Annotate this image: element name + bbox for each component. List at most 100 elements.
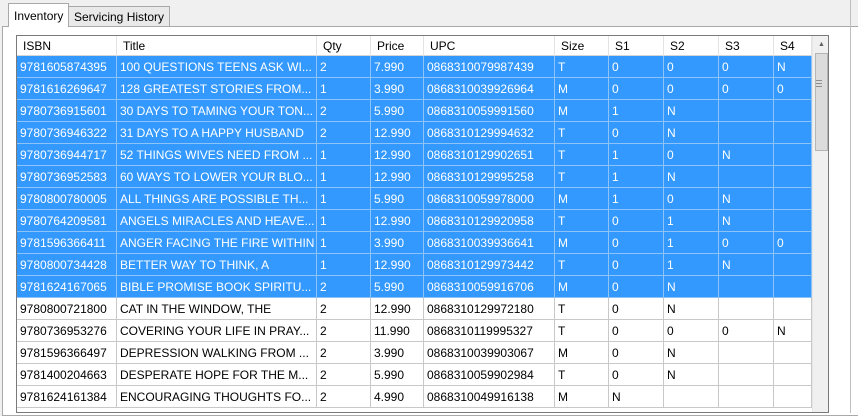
cell-s4[interactable] [774, 122, 812, 144]
cell-title[interactable]: ANGELS MIRACLES AND HEAVE... [117, 210, 317, 232]
cell-title[interactable]: 30 DAYS TO TAMING YOUR TON... [117, 100, 317, 122]
cell-price[interactable]: 12.990 [371, 298, 424, 320]
cell-s3[interactable]: N [719, 254, 774, 276]
cell-size[interactable]: T [555, 298, 609, 320]
column-header-qty[interactable]: Qty [317, 36, 371, 56]
cell-size[interactable]: T [555, 166, 609, 188]
cell-s1[interactable]: 0 [609, 232, 664, 254]
table-row[interactable]: 9781596366411 ANGER FACING THE FIRE WITHI… [17, 232, 812, 254]
cell-upc[interactable]: 0868310079987439 [424, 56, 555, 78]
cell-title[interactable]: ENCOURAGING THOUGHTS FO... [117, 386, 317, 408]
cell-s1[interactable]: N [609, 386, 664, 408]
cell-s4[interactable]: N [774, 320, 812, 342]
cell-s3[interactable] [719, 276, 774, 298]
inventory-grid[interactable]: ISBN Title Qty Price UPC Size S1 S2 S3 S… [16, 35, 829, 413]
cell-qty[interactable]: 1 [317, 254, 371, 276]
cell-s3[interactable] [719, 364, 774, 386]
cell-size[interactable]: M [555, 188, 609, 210]
cell-s3[interactable] [719, 100, 774, 122]
cell-price[interactable]: 11.990 [371, 320, 424, 342]
cell-s2[interactable]: 0 [664, 78, 719, 100]
tab-servicing-history[interactable]: Servicing History [68, 6, 171, 26]
cell-s3[interactable] [719, 342, 774, 364]
cell-s3[interactable] [719, 122, 774, 144]
column-header-size[interactable]: Size [555, 36, 609, 56]
cell-upc[interactable]: 0868310059916706 [424, 276, 555, 298]
cell-s4[interactable] [774, 386, 812, 408]
cell-qty[interactable]: 1 [317, 144, 371, 166]
cell-qty[interactable]: 2 [317, 56, 371, 78]
cell-s1[interactable]: 1 [609, 188, 664, 210]
cell-s1[interactable]: 0 [609, 254, 664, 276]
cell-s3[interactable] [719, 166, 774, 188]
cell-s4[interactable]: 0 [774, 78, 812, 100]
cell-title[interactable]: BETTER WAY TO THINK, A [117, 254, 317, 276]
cell-s1[interactable]: 1 [609, 100, 664, 122]
table-row[interactable]: 9781596366497 DEPRESSION WALKING FROM ...… [17, 342, 812, 364]
cell-isbn[interactable]: 9780736953276 [17, 320, 117, 342]
cell-title[interactable]: 100 QUESTIONS TEENS ASK WI... [117, 56, 317, 78]
cell-s4[interactable] [774, 166, 812, 188]
cell-s1[interactable]: 0 [609, 320, 664, 342]
cell-isbn[interactable]: 9781605874395 [17, 56, 117, 78]
cell-upc[interactable]: 0868310049916138 [424, 386, 555, 408]
cell-size[interactable]: M [555, 342, 609, 364]
cell-isbn[interactable]: 9781624167065 [17, 276, 117, 298]
scroll-up-arrow-icon[interactable]: ▲ [813, 36, 828, 53]
vertical-scrollbar[interactable]: ▲ [812, 36, 828, 412]
cell-qty[interactable]: 2 [317, 276, 371, 298]
column-header-s1[interactable]: S1 [609, 36, 664, 56]
cell-price[interactable]: 5.990 [371, 364, 424, 386]
cell-qty[interactable]: 2 [317, 320, 371, 342]
cell-size[interactable]: T [555, 122, 609, 144]
cell-s4[interactable] [774, 144, 812, 166]
column-header-s2[interactable]: S2 [664, 36, 719, 56]
cell-s1[interactable]: 1 [609, 144, 664, 166]
cell-s2[interactable]: 1 [664, 232, 719, 254]
cell-s3[interactable]: 0 [719, 78, 774, 100]
cell-upc[interactable]: 0868310039936641 [424, 232, 555, 254]
cell-upc[interactable]: 0868310059902984 [424, 364, 555, 386]
cell-s3[interactable]: N [719, 188, 774, 210]
cell-isbn[interactable]: 9781616269647 [17, 78, 117, 100]
cell-s4[interactable] [774, 364, 812, 386]
cell-upc[interactable]: 0868310129995258 [424, 166, 555, 188]
cell-isbn[interactable]: 9780800734428 [17, 254, 117, 276]
cell-size[interactable]: T [555, 320, 609, 342]
cell-s3[interactable]: 0 [719, 56, 774, 78]
cell-s4[interactable] [774, 276, 812, 298]
cell-s2[interactable]: 1 [664, 254, 719, 276]
cell-title[interactable]: COVERING YOUR LIFE IN PRAY... [117, 320, 317, 342]
cell-s3[interactable]: 0 [719, 232, 774, 254]
cell-title[interactable]: ALL THINGS ARE POSSIBLE TH... [117, 188, 317, 210]
cell-size[interactable]: M [555, 232, 609, 254]
column-header-isbn[interactable]: ISBN [17, 36, 117, 56]
cell-s2[interactable]: 0 [664, 56, 719, 78]
cell-price[interactable]: 12.990 [371, 166, 424, 188]
cell-s2[interactable]: N [664, 342, 719, 364]
cell-s1[interactable]: 0 [609, 210, 664, 232]
cell-title[interactable]: 128 GREATEST STORIES FROM... [117, 78, 317, 100]
cell-price[interactable]: 12.990 [371, 210, 424, 232]
cell-upc[interactable]: 0868310119995327 [424, 320, 555, 342]
cell-upc[interactable]: 0868310129994632 [424, 122, 555, 144]
tab-inventory[interactable]: Inventory [8, 3, 70, 27]
table-row[interactable]: 9780736944717 52 THINGS WIVES NEED FROM .… [17, 144, 812, 166]
table-row[interactable]: 9780736915601 30 DAYS TO TAMING YOUR TON.… [17, 100, 812, 122]
cell-s4[interactable] [774, 254, 812, 276]
cell-s4[interactable]: N [774, 56, 812, 78]
cell-price[interactable]: 5.990 [371, 188, 424, 210]
cell-s3[interactable]: N [719, 144, 774, 166]
cell-price[interactable]: 7.990 [371, 56, 424, 78]
cell-s2[interactable]: 1 [664, 210, 719, 232]
cell-s2[interactable]: N [664, 122, 719, 144]
cell-price[interactable]: 4.990 [371, 386, 424, 408]
cell-qty[interactable]: 1 [317, 210, 371, 232]
cell-s1[interactable]: 0 [609, 78, 664, 100]
cell-s4[interactable] [774, 342, 812, 364]
cell-s4[interactable] [774, 100, 812, 122]
cell-qty[interactable]: 2 [317, 100, 371, 122]
cell-qty[interactable]: 2 [317, 342, 371, 364]
cell-isbn[interactable]: 9780764209581 [17, 210, 117, 232]
cell-isbn[interactable]: 9780736952583 [17, 166, 117, 188]
